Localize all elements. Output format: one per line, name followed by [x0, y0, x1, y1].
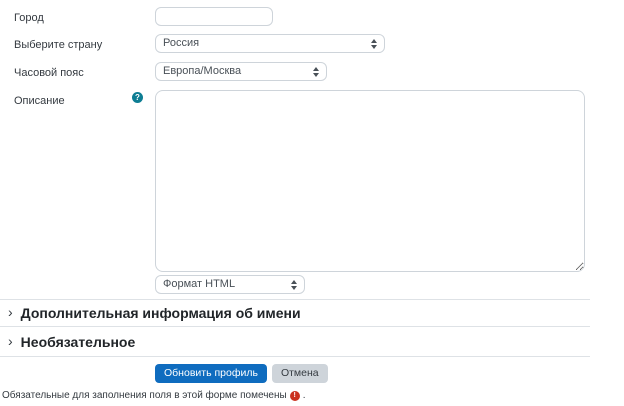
timezone-select[interactable]: Европа/Москва — [155, 62, 327, 81]
format-selected-value: Формат HTML — [163, 276, 235, 293]
description-label: Описание — [14, 95, 65, 107]
country-select[interactable]: Россия — [155, 34, 385, 53]
required-note-suffix: . — [303, 390, 306, 401]
required-note-text: Обязательные для заполнения поля в этой … — [2, 390, 287, 401]
cancel-button[interactable]: Отмена — [272, 364, 328, 383]
country-selected-value: Россия — [163, 35, 199, 52]
required-icon: ! — [290, 391, 300, 401]
format-select[interactable]: Формат HTML — [155, 275, 305, 294]
update-profile-button[interactable]: Обновить профиль — [155, 364, 267, 383]
city-label: Город — [14, 12, 44, 24]
select-updown-icon — [313, 67, 319, 77]
section-optional[interactable]: › Необязательное — [8, 332, 590, 352]
section-additional-name-info[interactable]: › Дополнительная информация об имени — [8, 303, 590, 323]
section-title: Необязательное — [21, 334, 136, 350]
country-label: Выберите страну — [14, 39, 102, 51]
divider — [0, 299, 590, 300]
divider — [0, 326, 590, 327]
required-fields-note: Обязательные для заполнения поля в этой … — [2, 390, 305, 401]
chevron-right-icon: › — [8, 305, 13, 319]
divider — [0, 356, 590, 357]
timezone-label: Часовой пояс — [14, 67, 84, 79]
timezone-selected-value: Европа/Москва — [163, 63, 241, 80]
form-actions: Обновить профиль Отмена — [155, 364, 328, 383]
description-textarea[interactable] — [155, 90, 585, 272]
select-updown-icon — [291, 280, 297, 290]
help-icon[interactable]: ? — [132, 92, 143, 103]
chevron-right-icon: › — [8, 334, 13, 348]
section-title: Дополнительная информация об имени — [21, 305, 301, 321]
select-updown-icon — [371, 39, 377, 49]
profile-edit-form: Город Выберите страну Россия Часовой поя… — [0, 0, 624, 406]
city-input[interactable] — [155, 7, 273, 26]
